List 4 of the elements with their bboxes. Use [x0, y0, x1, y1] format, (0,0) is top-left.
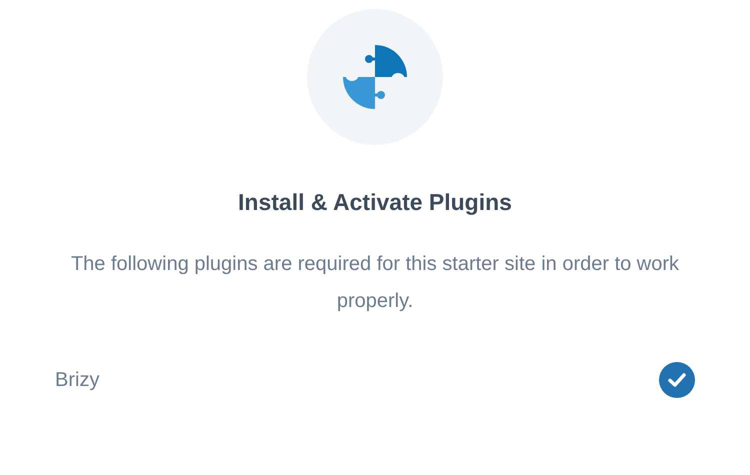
puzzle-icon [343, 45, 407, 109]
description: The following plugins are required for this starter site in order to work properly. [70, 252, 680, 314]
plugin-name: Brizy [55, 368, 100, 392]
heading: Install & Activate Plugins [238, 188, 512, 217]
